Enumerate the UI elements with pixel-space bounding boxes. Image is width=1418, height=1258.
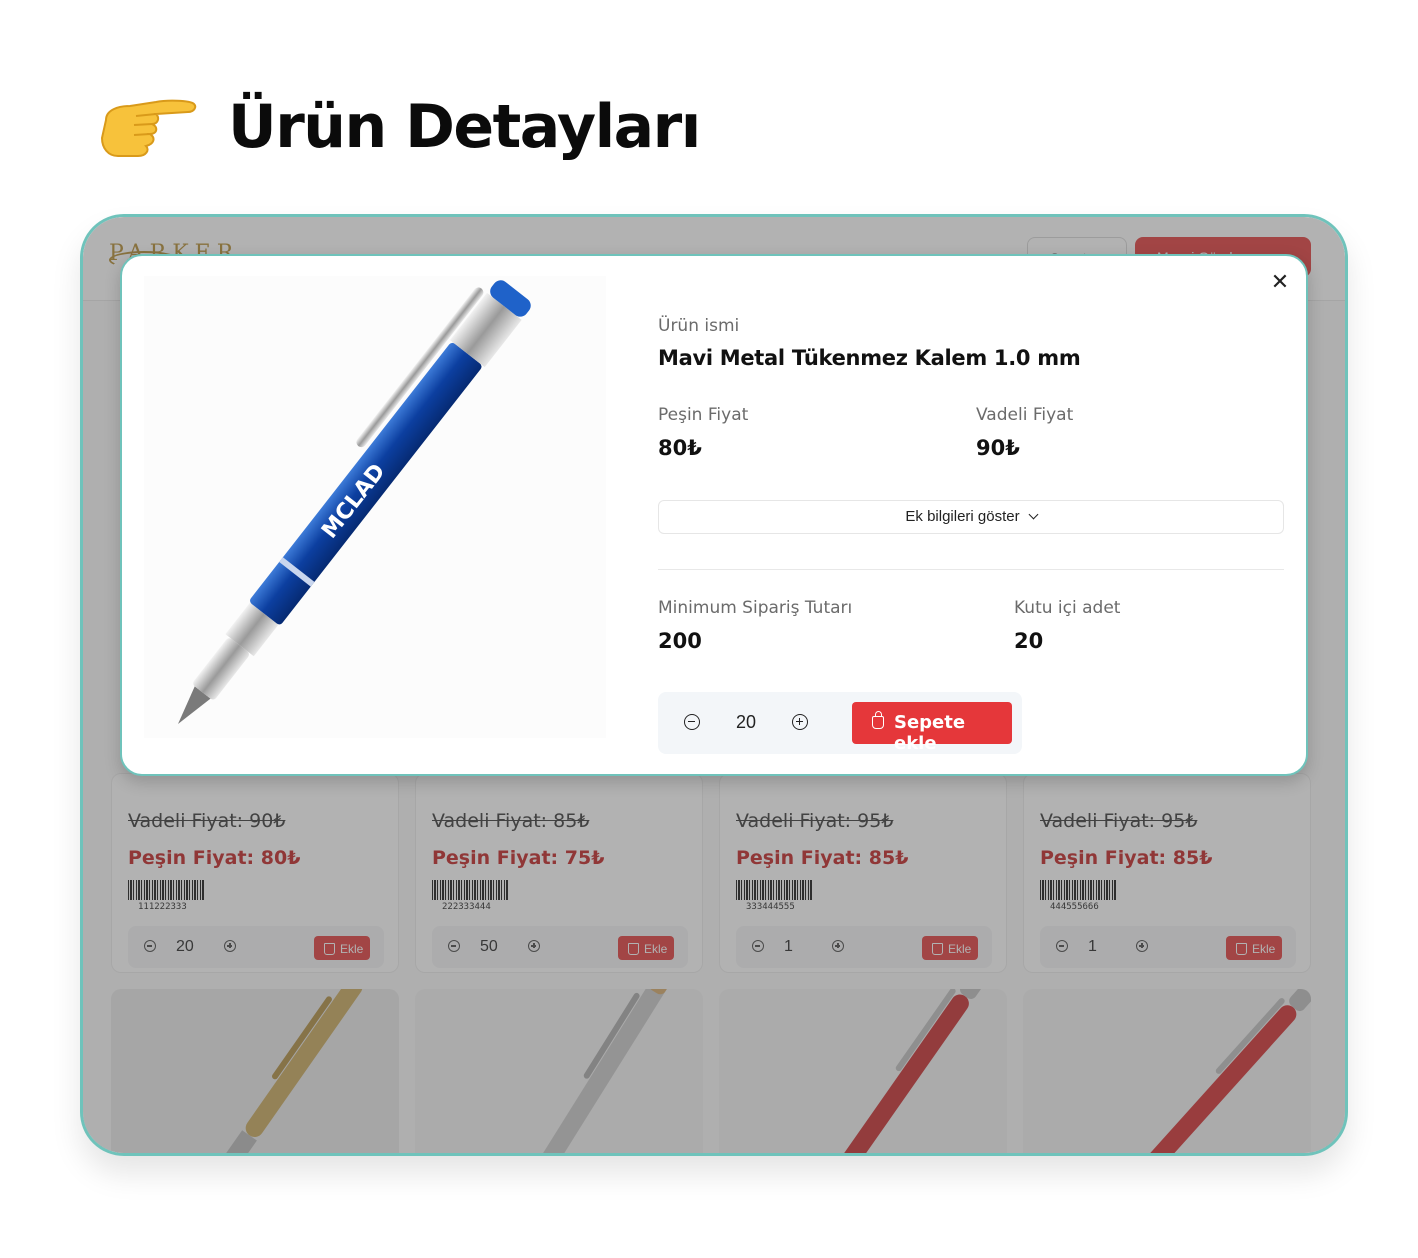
show-more-info-button[interactable]: Ek bilgileri göster [658, 500, 1284, 534]
product-detail-modal: ✕ MCLAD Ürün ismi Mavi Metal Tükenmez Ka… [120, 254, 1308, 776]
page-heading: Ürün Detayları [96, 82, 701, 172]
quantity-value[interactable]: 20 [736, 712, 756, 733]
min-order-value: 200 [658, 629, 702, 653]
pointing-hand-icon [100, 99, 197, 157]
add-to-cart-label: Sepete ekle [894, 712, 966, 754]
pesin-price-label: Peşin Fiyat [658, 405, 749, 425]
product-name: Mavi Metal Tükenmez Kalem 1.0 mm [658, 346, 1081, 370]
show-more-info-label: Ek bilgileri göster [905, 508, 1020, 525]
pesin-price-value: 80₺ [658, 436, 702, 460]
section-divider [658, 569, 1284, 570]
page-title: Ürün Detayları [228, 92, 701, 162]
add-to-cart-button[interactable]: Sepete ekle [852, 702, 1012, 754]
box-quantity-value: 20 [1014, 629, 1044, 653]
vadeli-price-value: 90₺ [976, 436, 1020, 460]
box-quantity-label: Kutu içi adet [1014, 598, 1121, 618]
close-icon[interactable]: ✕ [1268, 270, 1292, 294]
minus-circle-icon[interactable] [684, 714, 700, 730]
vadeli-price-label: Vadeli Fiyat [976, 405, 1074, 425]
chevron-down-icon [1028, 509, 1039, 520]
shopping-bag-icon [872, 711, 884, 729]
min-order-label: Minimum Sipariş Tutarı [658, 598, 853, 618]
blue-pen-image: MCLAD [178, 280, 531, 724]
quantity-stepper: 20 Sepete ekle [658, 692, 1022, 754]
plus-circle-icon[interactable] [792, 714, 808, 730]
product-image: MCLAD [144, 276, 606, 738]
product-name-label: Ürün ismi [658, 316, 740, 336]
